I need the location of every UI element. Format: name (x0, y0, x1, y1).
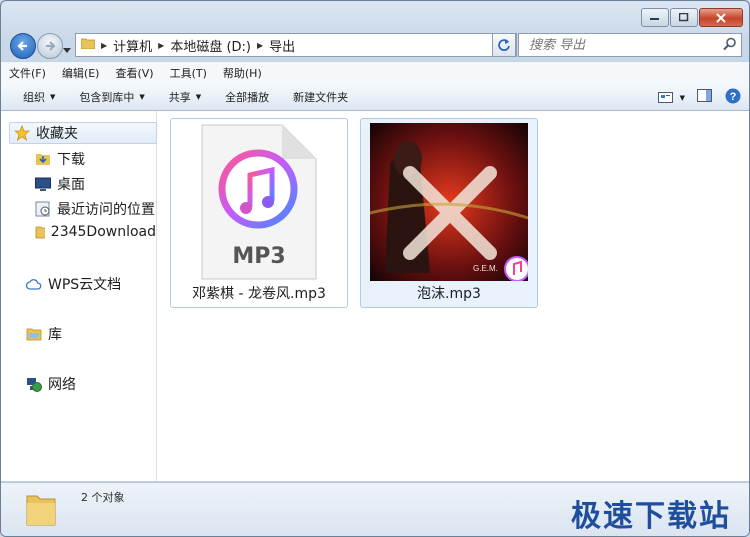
sidebar-item-label: 最近访问的位置 (57, 202, 155, 218)
arrow-right-icon (46, 41, 56, 51)
help-button[interactable]: ? (725, 88, 741, 107)
sidebar-item-label: 收藏夹 (36, 126, 78, 142)
album-art-thumbnail (370, 123, 528, 281)
preview-pane-icon (697, 89, 712, 102)
sidebar-item-label: 下载 (57, 152, 85, 168)
arrow-left-icon (17, 41, 27, 51)
close-button[interactable] (699, 8, 743, 27)
chevron-down-icon: ▼ (139, 93, 145, 101)
search-input[interactable] (527, 36, 711, 54)
menu-file[interactable]: 文件(F) (1, 65, 54, 81)
file-name: 泡沫.mp3 (417, 286, 481, 302)
command-bar: 组织 ▼ 包含到库中 ▼ 共享 ▼ 全部播放 新建文件夹 ▼ ? (1, 84, 749, 111)
chevron-down-icon: ▼ (195, 93, 202, 101)
star-icon (14, 125, 30, 141)
caption-buttons (641, 8, 743, 27)
navigation-pane: 收藏夹 下载 桌面 最近访问的位置 2345Download WPS云文档 库 (1, 111, 157, 481)
sidebar-item-label: 网络 (48, 377, 76, 393)
svg-text:?: ? (730, 91, 737, 103)
include-library-label: 包含到库中 (79, 91, 135, 104)
explorer-window: ▶ 计算机 ▶ 本地磁盘 (D:) ▶ 导出 文件(F) 编辑(E) 查看(V)… (0, 0, 750, 537)
breadcrumb-separator[interactable]: ▶ (158, 41, 164, 50)
organize-button[interactable]: 组织 ▼ (1, 89, 67, 105)
breadcrumb-export[interactable]: 导出 (269, 36, 295, 55)
preview-pane-button[interactable] (697, 89, 713, 106)
details-pane: 2 个对象 极速下载站 (1, 482, 749, 536)
menu-bar: 文件(F) 编辑(E) 查看(V) 工具(T) 帮助(H) (1, 61, 749, 84)
mp3-thumb-text: MP3 (232, 244, 286, 269)
sidebar-item-label: 库 (48, 327, 62, 343)
sidebar-item-favorites[interactable]: 收藏夹 (9, 122, 157, 144)
file-item[interactable]: MP3 邓紫棋 - 龙卷风.mp3 (170, 118, 348, 308)
breadcrumb-computer[interactable]: 计算机 (113, 36, 152, 55)
file-name: 邓紫棋 - 龙卷风.mp3 (192, 286, 326, 302)
breadcrumb-separator[interactable]: ▶ (257, 41, 263, 50)
forward-button[interactable] (37, 33, 63, 59)
sidebar-item-label: 桌面 (57, 177, 85, 193)
recent-places-icon (35, 201, 50, 217)
refresh-icon (498, 39, 510, 51)
sidebar-item-recent-places[interactable]: 最近访问的位置 (35, 199, 155, 219)
breadcrumb-drive-d[interactable]: 本地磁盘 (D:) (170, 36, 251, 55)
organize-label: 组织 (23, 91, 45, 104)
sidebar-item-2345download[interactable]: 2345Download (35, 224, 156, 240)
file-item[interactable]: G.E.M. 泡沫.mp3 (360, 118, 538, 308)
menu-help[interactable]: 帮助(H) (215, 65, 270, 81)
network-icon (27, 378, 42, 392)
album-art-text: G.E.M. (473, 264, 498, 273)
site-watermark: 极速下载站 (571, 499, 731, 534)
include-in-library-button[interactable]: 包含到库中 ▼ (67, 89, 156, 105)
search-icon[interactable] (723, 37, 737, 54)
sidebar-item-libraries[interactable]: 库 (26, 324, 62, 344)
folder-icon (80, 37, 96, 53)
menu-tools[interactable]: 工具(T) (162, 65, 215, 81)
sidebar-item-downloads[interactable]: 下载 (35, 149, 85, 169)
file-list: MP3 邓紫棋 - 龙卷风.mp3 G.E.M. 泡沫.mp3 (157, 111, 749, 481)
maximize-icon (679, 13, 689, 22)
sidebar-item-desktop[interactable]: 桌面 (35, 174, 85, 194)
folder-icon (35, 226, 45, 239)
back-button[interactable] (10, 33, 36, 59)
cloud-icon (26, 279, 42, 290)
address-bar[interactable]: ▶ 计算机 ▶ 本地磁盘 (D:) ▶ 导出 (75, 33, 517, 57)
chevron-down-icon (63, 48, 71, 53)
sidebar-item-label: 2345Download (50, 224, 156, 240)
view-icon (657, 91, 673, 103)
chevron-down-icon: ▼ (679, 93, 685, 102)
downloads-folder-icon (36, 154, 50, 165)
search-box[interactable] (518, 33, 742, 57)
sidebar-item-network[interactable]: 网络 (26, 374, 76, 394)
new-folder-button[interactable]: 新建文件夹 (281, 89, 360, 105)
sidebar-item-label: WPS云文档 (48, 277, 122, 293)
help-icon: ? (725, 88, 741, 104)
item-count: 2 个对象 (81, 491, 125, 504)
library-icon (26, 328, 42, 341)
change-view-button[interactable]: ▼ (657, 91, 685, 104)
close-icon (716, 12, 726, 23)
minimize-icon (650, 17, 659, 20)
view-controls: ▼ ? (657, 88, 741, 107)
menu-view[interactable]: 查看(V) (107, 65, 161, 81)
share-label: 共享 (168, 91, 191, 104)
maximize-button[interactable] (670, 8, 698, 27)
chevron-down-icon: ▼ (50, 93, 56, 101)
play-all-button[interactable]: 全部播放 (213, 89, 281, 105)
recent-pages-dropdown[interactable] (63, 42, 71, 56)
minimize-button[interactable] (641, 8, 669, 27)
breadcrumb-separator[interactable]: ▶ (101, 41, 107, 50)
refresh-button[interactable] (492, 33, 516, 57)
share-button[interactable]: 共享 ▼ (157, 89, 213, 105)
sidebar-item-wps-cloud[interactable]: WPS云文档 (26, 274, 121, 294)
menu-edit[interactable]: 编辑(E) (54, 65, 108, 81)
desktop-icon (35, 177, 51, 191)
folder-icon (26, 495, 56, 526)
